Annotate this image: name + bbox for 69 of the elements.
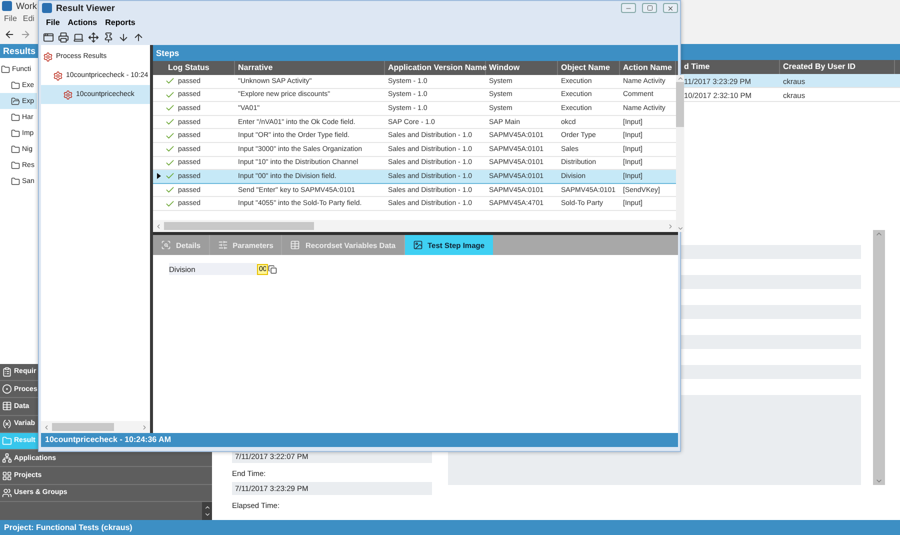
- chevron-up-icon: [204, 504, 210, 511]
- horizontal-scrollbar[interactable]: [41, 421, 150, 433]
- section-title: Steps: [153, 45, 678, 61]
- network-icon: [2, 453, 12, 464]
- toolbar-button[interactable]: [102, 30, 115, 44]
- chevron-left-icon: [155, 222, 162, 230]
- table-icon: [2, 401, 12, 412]
- folder-icon: [11, 160, 20, 170]
- toolbar-button[interactable]: [57, 30, 70, 44]
- menu-item[interactable]: Actions: [68, 18, 98, 26]
- folder-icon: [11, 96, 20, 106]
- window-title: Result Viewer: [56, 3, 116, 13]
- toolbar-button[interactable]: [42, 30, 55, 44]
- chevron-down-icon: [204, 511, 210, 518]
- table-icon: [290, 240, 300, 250]
- menu-item[interactable]: Edi: [22, 14, 34, 22]
- move-icon: [88, 32, 99, 42]
- clipboard-icon: [2, 366, 12, 377]
- app-logo: [2, 1, 12, 11]
- arrow-down-icon: [118, 32, 129, 42]
- menu-item[interactable]: File: [46, 18, 60, 26]
- chevron-left-icon: [43, 424, 50, 430]
- variable-icon: [2, 418, 12, 429]
- copy-icon: [268, 264, 277, 274]
- window-icon: [43, 32, 54, 42]
- close-button[interactable]: [663, 3, 678, 13]
- menu-item[interactable]: File: [4, 14, 17, 22]
- grid-icon: [2, 470, 12, 481]
- gear-icon: [43, 52, 53, 62]
- folder-icon: [11, 128, 20, 138]
- app-logo: [42, 3, 52, 13]
- gear-icon: [53, 70, 63, 80]
- chevron-up-icon: [875, 230, 883, 238]
- sliders-icon: [218, 240, 228, 250]
- pin-icon: [103, 32, 114, 42]
- status-bar: 10countpricecheck - 10:24:36 AM: [41, 433, 678, 447]
- arrow-right-icon: [20, 28, 31, 40]
- maximize-icon: [646, 5, 652, 11]
- chevron-right-icon: [141, 424, 148, 430]
- scroll-arrows[interactable]: [202, 502, 212, 520]
- chevron-right-icon: [667, 222, 674, 230]
- arrow-left-icon: [4, 28, 15, 40]
- image-icon: [412, 240, 423, 250]
- status-bar: Project: Functional Tests (ckraus): [0, 520, 900, 535]
- horizontal-scrollbar[interactable]: [153, 220, 676, 232]
- folder-icon: [1, 64, 10, 74]
- row-pointer-icon: [157, 173, 161, 180]
- chevron-down-icon: [875, 477, 883, 485]
- folder-icon: [11, 80, 20, 90]
- circle-icon: [2, 384, 12, 394]
- printer-icon: [58, 32, 69, 42]
- toolbar-button[interactable]: [87, 30, 100, 44]
- chevron-down-icon: [676, 225, 684, 232]
- folder-icon: [11, 112, 20, 122]
- chevron-up-icon: [676, 75, 684, 82]
- search-icon: [161, 240, 171, 250]
- vertical-scrollbar[interactable]: [676, 75, 684, 232]
- scrollbar[interactable]: [873, 230, 885, 485]
- window-title: Work: [16, 1, 37, 11]
- laptop-icon: [73, 32, 84, 42]
- folder-icon: [2, 436, 12, 446]
- folder-icon: [11, 144, 20, 154]
- gear-icon: [63, 90, 73, 100]
- close-icon: [667, 4, 674, 12]
- arrow-up-icon: [133, 32, 144, 42]
- users-icon: [2, 488, 12, 498]
- maximize-button[interactable]: [642, 3, 657, 13]
- menu-item[interactable]: Reports: [105, 18, 136, 26]
- folder-icon: [11, 176, 20, 186]
